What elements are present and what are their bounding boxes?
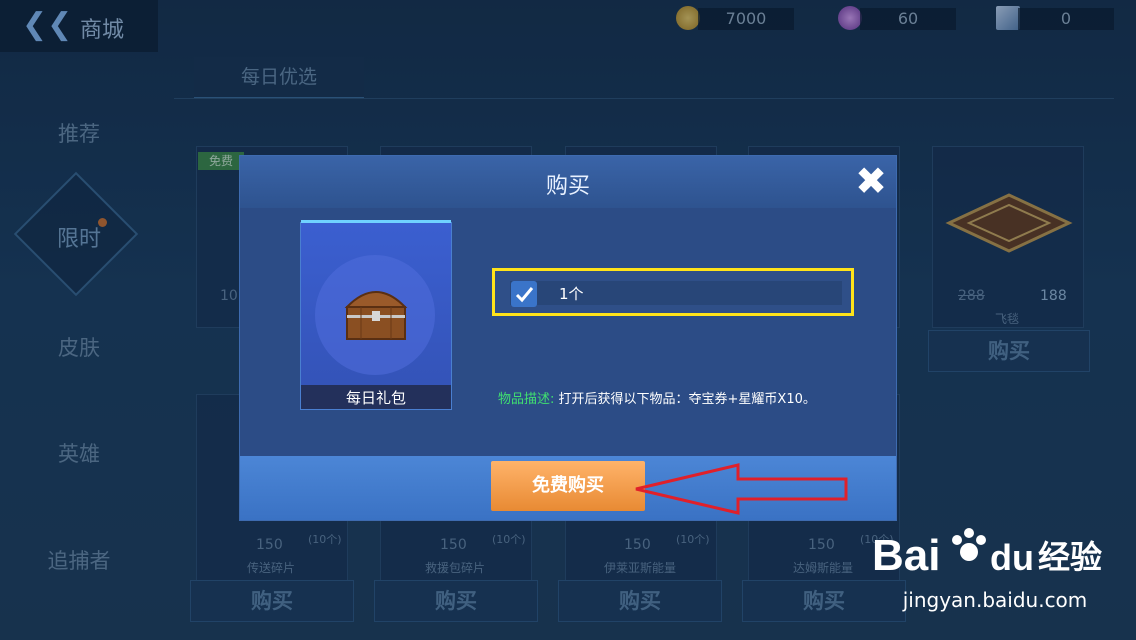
description-label: 物品描述: <box>498 392 555 407</box>
dialog-title: 购买 <box>545 174 590 199</box>
close-icon[interactable]: ✖ <box>852 162 890 200</box>
treasure-chest-icon <box>344 291 408 340</box>
item-name: 每日礼包 <box>345 389 406 407</box>
check-icon <box>515 287 534 303</box>
checkbox[interactable] <box>511 281 537 307</box>
red-arrow-annotation <box>635 463 848 515</box>
baidu-watermark: Bai du 经验 <box>868 520 1130 636</box>
free-buy-button[interactable]: 免费购买 <box>491 461 645 511</box>
svg-text:Bai: Bai <box>872 531 940 580</box>
baidu-logo-icon: Bai du 经验 <box>872 528 1102 580</box>
svg-text:du: du <box>990 537 1034 578</box>
watermark-url: jingyan.baidu.com <box>902 588 1088 612</box>
item-preview: 每日礼包 <box>300 220 452 410</box>
quantity-selector[interactable]: 1个 <box>492 268 854 316</box>
svg-text:经验: 经验 <box>1038 538 1102 576</box>
item-glow-bar <box>301 220 451 223</box>
quantity-value: 1个 <box>559 285 584 303</box>
item-description: 物品描述: 打开后获得以下物品：夺宝券+星耀币X10。 <box>498 388 816 407</box>
description-text: 打开后获得以下物品：夺宝券+星耀币X10。 <box>558 392 816 407</box>
